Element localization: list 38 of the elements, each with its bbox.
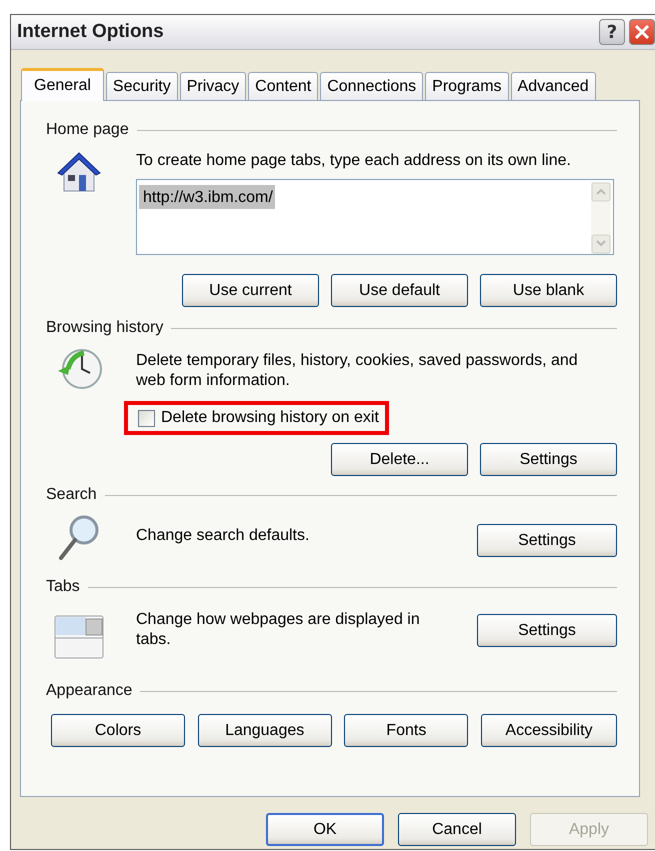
dialog-button[interactable]: Use blank xyxy=(480,274,617,307)
section-heading: Search xyxy=(46,486,97,504)
dialog-button[interactable]: Cancel xyxy=(398,813,516,846)
help-button[interactable]: ? xyxy=(599,19,625,45)
close-button[interactable] xyxy=(629,19,655,45)
section-heading: Browsing history xyxy=(46,319,164,337)
checkbox[interactable] xyxy=(138,410,155,426)
home-page-field[interactable]: http://w3.ibm.com/ xyxy=(136,179,614,255)
instruction-text: To create home page tabs, type each address on its own line. xyxy=(136,151,572,171)
dialog-button[interactable]: Fonts xyxy=(344,714,468,747)
window-title: Internet Options xyxy=(17,21,165,43)
section-heading: Home page xyxy=(46,121,129,139)
dialog-button[interactable]: Languages xyxy=(198,714,332,747)
tab[interactable]: Connections xyxy=(320,72,424,100)
description-text: Change how webpages are displayed in tabs. xyxy=(136,610,421,650)
window-tabs-icon xyxy=(54,614,104,660)
section-heading: Tabs xyxy=(46,578,80,596)
tab[interactable]: Privacy xyxy=(180,72,246,100)
settings-button[interactable]: Settings xyxy=(477,524,617,557)
scrollbar[interactable] xyxy=(591,182,611,254)
tab[interactable]: Programs xyxy=(425,72,509,100)
settings-button[interactable]: Settings xyxy=(477,614,617,647)
tab[interactable]: General xyxy=(21,68,104,101)
description-text: Change search defaults. xyxy=(136,526,310,546)
section-heading: Appearance xyxy=(46,682,132,700)
description-text: Delete temporary files, history, cookies, saved passwords, and web form information. xyxy=(136,351,579,391)
dialog-button[interactable]: Colors xyxy=(51,714,185,747)
dialog-button[interactable]: Use default xyxy=(331,274,468,307)
tab[interactable]: Content xyxy=(248,72,318,100)
dialog-button[interactable]: Use current xyxy=(182,274,319,307)
dialog-button[interactable]: OK xyxy=(266,813,384,846)
dialog-button[interactable]: Settings xyxy=(480,443,617,476)
close-icon xyxy=(634,24,650,40)
dialog-button[interactable]: Delete... xyxy=(331,443,468,476)
tab[interactable]: Security xyxy=(106,72,178,100)
tab[interactable]: Advanced xyxy=(510,72,596,100)
checkbox-label[interactable]: Delete browsing history on exit xyxy=(161,409,379,427)
dialog-button[interactable]: Accessibility xyxy=(480,714,617,747)
